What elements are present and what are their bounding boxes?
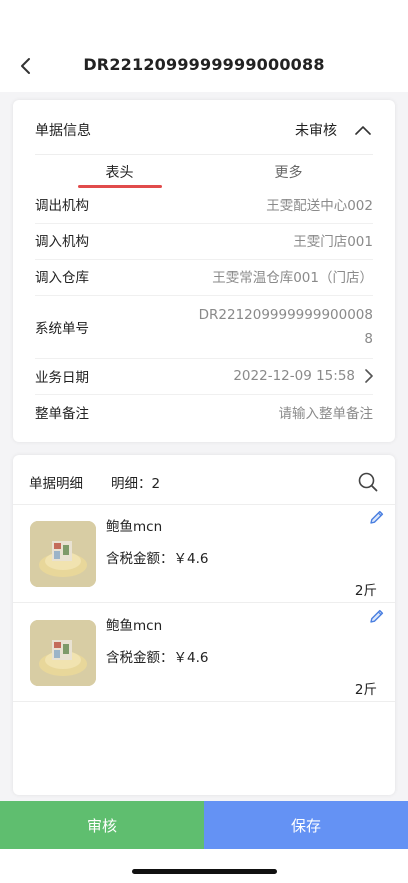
tab-header-label: 表头 [105,165,134,181]
tab-more-label: 更多 [274,165,303,181]
detail-title: 单据明细 [29,476,83,492]
home-indicator [132,869,277,874]
info-section-label: 单据信息 [35,123,91,139]
home-area [0,849,408,883]
remark-input[interactable]: 请输入整单备注 [135,402,374,422]
edit-icon[interactable] [369,509,385,525]
field-value: 王雯常温仓库001（门店） [212,270,373,286]
field-value: 王雯门店001 [293,234,373,250]
edit-icon[interactable] [369,608,385,624]
divider [13,602,395,603]
field-label: 系统单号 [35,321,89,337]
field-label: 调入机构 [35,234,89,250]
active-tab-indicator [77,185,162,188]
chevron-up-icon[interactable] [355,123,373,137]
field-value: 王雯配送中心002 [266,198,373,214]
review-button[interactable]: 审核 [0,801,204,849]
document-info-card: 单据信息 未审核 表头 更多 调出机构 王雯配送中心002 调入机构 王雯门店0… [13,100,395,442]
product-name: 鲍鱼mcn [106,618,163,634]
system-no-line1: DR221209999999900008 [198,307,373,323]
list-item[interactable]: 鲍鱼mcn 含税金额：￥4.6 2斤 [13,505,395,603]
page-title: DR2212099999999000088 [83,55,325,74]
info-header: 单据信息 未审核 [35,112,373,148]
field-value: DR221209999999900008 8 [135,303,373,351]
field-business-date[interactable]: 业务日期 2022-12-09 15:58 [35,364,373,388]
divider [35,154,373,155]
product-quantity: 2斤 [354,583,377,599]
field-value: 2022-12-09 15:58 [233,368,355,384]
search-icon[interactable] [357,471,379,493]
field-label: 整单备注 [35,406,89,422]
divider [35,358,373,359]
product-name: 鲍鱼mcn [106,519,163,535]
info-tabs: 表头 更多 [35,156,373,188]
product-price: 含税金额：￥4.6 [106,650,209,666]
chevron-right-icon [355,369,373,383]
detail-count: 明细：2 [111,476,161,492]
status-badge: 未审核 [295,123,337,139]
system-no-line2: 8 [364,331,373,347]
action-bar: 审核 保存 [0,801,408,849]
field-remark: 整单备注 请输入整单备注 [35,400,373,424]
field-label: 调入仓库 [35,270,89,286]
product-image [30,620,96,686]
navigation-bar: DR2212099999999000088 [0,0,408,92]
field-in-org[interactable]: 调入机构 王雯门店001 [35,228,373,252]
field-label: 调出机构 [35,198,89,214]
divider [35,394,373,395]
product-image [30,521,96,587]
tab-more[interactable]: 更多 [204,156,373,186]
product-price: 含税金额：￥4.6 [106,551,209,567]
divider [35,259,373,260]
field-in-warehouse[interactable]: 调入仓库 王雯常温仓库001（门店） [35,264,373,288]
product-quantity: 2斤 [354,682,377,698]
detail-header: 单据明细 明细：2 [29,469,379,495]
field-label: 业务日期 [35,370,89,386]
list-item[interactable]: 鲍鱼mcn 含税金额：￥4.6 2斤 [13,604,395,702]
divider [13,701,395,702]
field-system-no: 系统单号 DR221209999999900008 8 [35,302,373,352]
divider [35,295,373,296]
document-detail-card: 单据明细 明细：2 鲍鱼mcn 含税金额：￥4.6 2斤 鲍鱼mcn 含税金额：… [13,455,395,795]
tab-header[interactable]: 表头 [35,156,204,188]
field-out-org[interactable]: 调出机构 王雯配送中心002 [35,192,373,216]
save-button[interactable]: 保存 [204,801,408,849]
divider [35,223,373,224]
